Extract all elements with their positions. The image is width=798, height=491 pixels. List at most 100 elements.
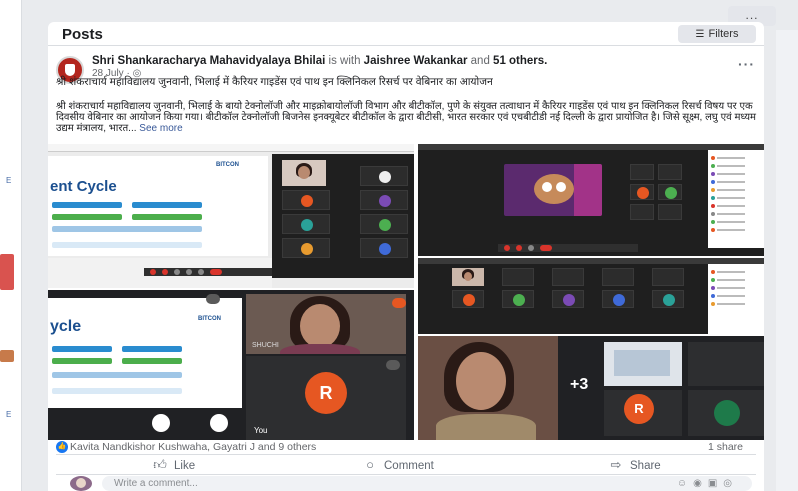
sidebar-thumb[interactable] bbox=[0, 350, 14, 362]
posts-title: Posts bbox=[62, 26, 103, 43]
sidebar-marker: E bbox=[6, 410, 12, 419]
participant-tile bbox=[360, 190, 408, 210]
participant-tile bbox=[658, 184, 682, 200]
others-link[interactable]: 51 others. bbox=[493, 55, 547, 67]
avatar-icon bbox=[637, 187, 649, 199]
mic-muted-icon bbox=[386, 360, 400, 370]
shirt-shape bbox=[436, 414, 536, 440]
viewer-avatar bbox=[70, 476, 92, 491]
participant-tile bbox=[552, 290, 584, 308]
left-sidebar-strip: E E bbox=[0, 0, 22, 491]
avatar-icon bbox=[379, 243, 391, 255]
tagged-person-link[interactable]: Jaishree Wakankar bbox=[364, 55, 468, 67]
participant-tile bbox=[688, 342, 764, 386]
presenter-video bbox=[504, 164, 602, 216]
camera-off-icon bbox=[162, 269, 168, 275]
sidebar-marker: E bbox=[6, 176, 12, 185]
comment-button[interactable]: ○ Comment bbox=[362, 456, 434, 474]
participant-tile bbox=[688, 390, 764, 436]
sliders-icon: ☰ bbox=[695, 29, 705, 40]
flow-step bbox=[52, 346, 112, 352]
flow-step bbox=[52, 242, 202, 248]
participant-tile bbox=[360, 238, 408, 258]
camera-off-icon bbox=[516, 245, 522, 251]
see-more-link[interactable]: See more bbox=[139, 123, 182, 134]
participant-tile bbox=[658, 204, 682, 220]
avatar-icon bbox=[379, 171, 391, 183]
robot-eye-shape bbox=[556, 182, 566, 192]
slide-brand: BITCON bbox=[198, 316, 221, 322]
avatar-icon bbox=[665, 187, 677, 199]
post-options-button[interactable]: ··· bbox=[738, 56, 755, 72]
photo-meeting-1[interactable]: ent Cycle BITCON bbox=[48, 144, 414, 288]
end-call-icon bbox=[210, 269, 222, 275]
people-row bbox=[711, 156, 755, 160]
with-text: is with bbox=[328, 55, 361, 67]
photo-meeting-3[interactable] bbox=[418, 258, 764, 334]
avatar-icon bbox=[513, 294, 525, 306]
presentation-slide: ent Cycle BITCON bbox=[48, 156, 268, 256]
participant-tile bbox=[552, 268, 584, 286]
like-button[interactable]: 👍︎ Like bbox=[152, 456, 195, 474]
photo-meeting-5[interactable]: +3 R bbox=[418, 336, 764, 440]
participant-tile bbox=[602, 290, 634, 308]
people-row bbox=[711, 212, 755, 216]
people-row bbox=[711, 188, 755, 192]
face-shape bbox=[298, 166, 310, 179]
posts-header: Posts ☰ Filters bbox=[48, 22, 764, 46]
face-shape bbox=[456, 352, 506, 410]
share-button[interactable]: ⇨ Share bbox=[608, 456, 661, 474]
participant-tile bbox=[282, 214, 330, 234]
people-row bbox=[711, 196, 755, 200]
photo-grid: ent Cycle BITCON ycle BITCON SHUCHI R Yo… bbox=[48, 144, 764, 440]
author-link[interactable]: Shri Shankaracharya Mahavidyalaya Bhilai bbox=[92, 55, 325, 67]
participant-tile bbox=[658, 164, 682, 180]
face-shape bbox=[300, 304, 340, 348]
people-row bbox=[711, 164, 755, 168]
flow-step bbox=[132, 214, 202, 220]
sidebar-thumb[interactable] bbox=[0, 254, 14, 290]
people-row bbox=[711, 172, 755, 176]
photo-meeting-4[interactable]: ycle BITCON SHUCHI R You bbox=[48, 290, 414, 440]
present-icon bbox=[186, 269, 192, 275]
shuchi-video: SHUCHI bbox=[246, 294, 406, 354]
share-label: Share bbox=[630, 460, 661, 472]
comment-tools: ☺◉▣◎ bbox=[677, 476, 738, 491]
avatar-icon bbox=[563, 294, 575, 306]
people-row bbox=[711, 228, 755, 232]
gif-icon[interactable]: ▣ bbox=[708, 478, 723, 489]
slide-title: ycle bbox=[50, 318, 82, 335]
end-call-icon bbox=[540, 245, 552, 251]
mic-off-icon bbox=[504, 245, 510, 251]
avatar-icon bbox=[301, 243, 313, 255]
comment-composer: Write a comment... ☺◉▣◎ bbox=[48, 476, 764, 491]
flow-step bbox=[52, 226, 202, 232]
photo-meeting-2[interactable] bbox=[418, 144, 764, 256]
divider bbox=[56, 454, 756, 455]
share-arrow-icon: ⇨ bbox=[610, 457, 622, 472]
filters-button[interactable]: ☰ Filters bbox=[678, 25, 756, 43]
face-shape bbox=[464, 272, 472, 281]
participant-tile bbox=[452, 290, 484, 308]
people-row bbox=[711, 302, 755, 306]
robot-eye-shape bbox=[542, 182, 552, 192]
like-label: Like bbox=[174, 460, 196, 472]
reactors-list[interactable]: Kavita Nandkishor Kushwaha, Gayatri J an… bbox=[70, 441, 316, 453]
flow-step bbox=[52, 358, 112, 364]
participant-tile bbox=[652, 290, 684, 308]
people-row bbox=[711, 278, 755, 282]
slide-title: ent Cycle bbox=[50, 178, 117, 195]
people-row bbox=[711, 294, 755, 298]
filters-label: Filters bbox=[708, 28, 739, 40]
participant-avatar bbox=[714, 400, 740, 426]
emoji-icon[interactable]: ☺ bbox=[677, 478, 693, 489]
share-count[interactable]: 1 share bbox=[708, 441, 743, 453]
participant-tile bbox=[630, 164, 654, 180]
comment-input[interactable]: Write a comment... ☺◉▣◎ bbox=[102, 476, 752, 491]
camera-icon[interactable]: ◉ bbox=[693, 478, 708, 489]
participant-tile bbox=[630, 184, 654, 200]
sticker-icon[interactable]: ◎ bbox=[723, 478, 738, 489]
participant-tile bbox=[360, 214, 408, 234]
thumbs-up-icon: 👍︎ bbox=[153, 457, 167, 472]
shared-content-shape bbox=[614, 350, 670, 376]
